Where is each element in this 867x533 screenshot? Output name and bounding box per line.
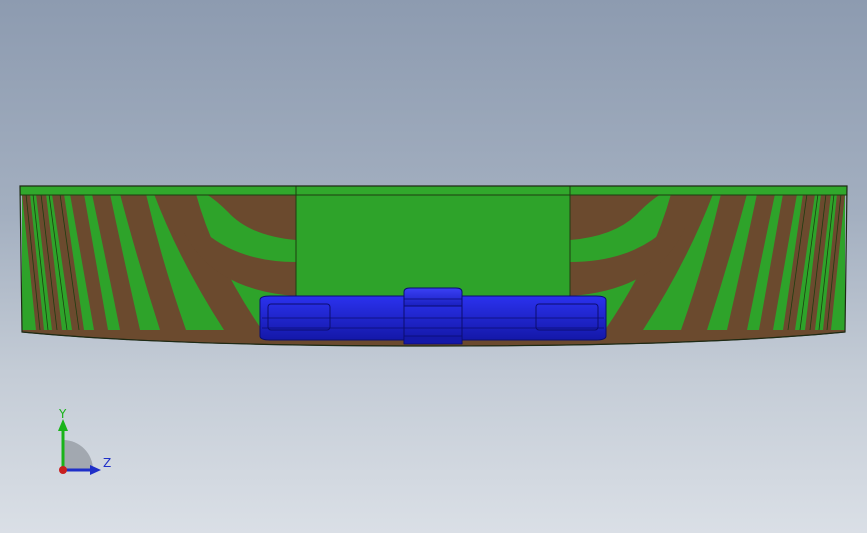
x-axis-dot	[59, 466, 67, 474]
insert-cap	[403, 287, 463, 307]
orientation-triad: Y Z	[58, 407, 111, 475]
z-axis-label: Z	[103, 456, 111, 470]
triad-quadrant	[63, 440, 93, 470]
right-teeth-section	[570, 194, 845, 330]
3d-viewport[interactable]: Y Z	[0, 0, 867, 533]
top-rim	[19, 185, 848, 196]
left-teeth-section	[22, 194, 296, 330]
blue-insert	[259, 287, 607, 345]
y-axis-label: Y	[58, 407, 67, 421]
gear-model[interactable]	[0, 0, 867, 533]
z-axis-arrow	[90, 465, 101, 475]
